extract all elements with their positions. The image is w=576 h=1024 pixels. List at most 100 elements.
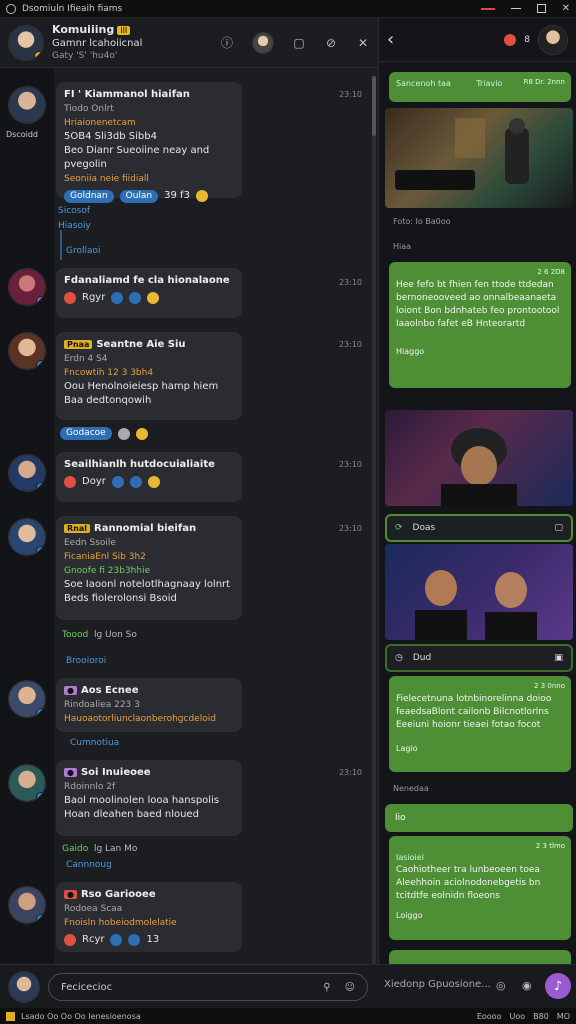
avatar[interactable] [8, 518, 46, 556]
avatar[interactable] [8, 454, 46, 492]
close-window-button[interactable]: ✕ [562, 3, 570, 14]
message-title: Rso Gariooee [80, 889, 156, 900]
message-card[interactable]: Fdanaliamd fe cla hionalaone Rgyr [56, 268, 242, 318]
message-feed: Dscoidd FI ' Kiammanol hiaifan Tiodo Onl… [0, 68, 378, 964]
emoji-icon[interactable] [195, 190, 208, 202]
avatar[interactable] [8, 764, 46, 802]
send-button[interactable]: ♪ [545, 973, 571, 999]
status-badge [34, 50, 43, 60]
status-item[interactable]: MO [557, 1012, 570, 1021]
channel-avatar[interactable] [8, 24, 44, 61]
thread-link[interactable]: Sicosof [58, 206, 90, 216]
status-item[interactable]: Uoo [509, 1012, 525, 1021]
emoji-icon[interactable] [135, 427, 148, 440]
message-card[interactable]: FI ' Kiammanol hiaifan Tiodo Onlrt Hriai… [56, 82, 242, 203]
message-card[interactable]: ● Rso Gariooee Rodoea Scaa Fnoisln hobeio… [56, 882, 242, 952]
emoji-icon[interactable] [64, 476, 76, 488]
message-line: Beo Dianr Sueoiine neay and pvegolin [64, 145, 210, 170]
user-avatar[interactable] [252, 31, 274, 54]
emoji-icon[interactable] [110, 934, 123, 946]
section-label: Hiaa [393, 242, 412, 251]
emoji-picker-icon[interactable]: ☺ [345, 982, 355, 993]
message-line: Gnoofe fi 23b3hhie [64, 566, 151, 576]
mic-icon[interactable]: ◉ [522, 979, 532, 992]
attachment-bar[interactable]: ⟳ Doas ▢ [385, 514, 573, 542]
close-icon[interactable]: ✕ [356, 36, 370, 50]
streamer-video[interactable] [385, 410, 573, 506]
message-line: Eedn Ssoile [64, 538, 116, 548]
emoji-icon[interactable] [128, 934, 141, 946]
message-line: Baa dedtonqowih [64, 395, 152, 406]
tag-pill[interactable]: Goldnan [64, 189, 114, 203]
emoji-icon[interactable] [117, 427, 130, 440]
chat-message[interactable] [389, 950, 571, 964]
emoji-icon[interactable] [64, 934, 76, 946]
emoji-icon[interactable] [147, 476, 160, 488]
emoji-icon[interactable] [129, 476, 142, 488]
compass-icon[interactable]: ⊘ [324, 36, 338, 50]
app-icon [6, 3, 16, 14]
post-tag: ● [64, 686, 77, 695]
emoji-icon[interactable] [147, 292, 160, 304]
message-body: Hee fefo bt fhien fen ttode ttdedan bern… [396, 280, 560, 329]
avatar[interactable] [8, 680, 46, 718]
emoji-icon[interactable] [64, 292, 76, 304]
chat-message[interactable]: 2 6 2D8 Hee fefo bt fhien fen ttode ttde… [389, 262, 571, 388]
message-card[interactable]: Seailhianlh hutdocuialiaite Doyr [56, 452, 242, 502]
post-tag: ● [64, 890, 77, 899]
avatar[interactable] [8, 268, 46, 306]
channel-panel: Komuiiing III Gamnr lcahoiicnal Gaty 'S' … [0, 18, 378, 964]
thread-link[interactable]: Brooioroi [66, 656, 106, 666]
scrollbar-thumb[interactable] [372, 76, 376, 136]
maximize-button[interactable] [536, 4, 546, 13]
emoji-icon[interactable] [129, 292, 142, 304]
notification-icon[interactable] [504, 33, 517, 46]
my-avatar[interactable] [8, 971, 40, 1003]
game-screenshot[interactable] [385, 108, 573, 208]
message-card[interactable]: Rnal Rannomial bieifan Eedn Ssoile Ficani… [56, 516, 242, 620]
tag-pill[interactable]: Godacoe [60, 427, 112, 440]
attachment-bar[interactable]: Iio [385, 804, 573, 832]
camera-icon[interactable]: ◎ [496, 979, 506, 992]
window-icon[interactable]: ▢ [292, 36, 306, 50]
avatar[interactable] [8, 886, 46, 924]
thread-link[interactable]: Hiasoiy [58, 221, 91, 231]
message-card[interactable]: ● Aos Ecnee Rindoaliea 223 3 Hauoaotorliu… [56, 678, 242, 732]
game-screenshot-art [395, 118, 529, 190]
message-line: Fnoisln hobeiodmolelatie [64, 918, 177, 928]
chat-message[interactable]: 2 3 tlmo Iasioiel Caohiotheer tra lunbeo… [389, 836, 571, 940]
emoji-icon[interactable] [111, 476, 124, 488]
chat-avatar[interactable] [538, 24, 568, 55]
message-title: Fdanaliamd fe cla hionalaone [64, 275, 230, 286]
status-item[interactable]: B80 [533, 1012, 549, 1021]
channel-tag: III [117, 25, 131, 35]
chat-message[interactable]: Sancenoh taa Triavio R8 Dr. 2nnn [389, 72, 571, 102]
info-icon[interactable]: ⓘ [220, 36, 234, 50]
attachment-bar[interactable]: ◷ Dud ▣ [385, 644, 573, 672]
message-head: Sancenoh taa [396, 79, 451, 88]
avatar[interactable] [8, 332, 46, 370]
message-line: Rdoinnlo 2f [64, 782, 116, 792]
chat-message[interactable]: 2 3 0nno Fielecetnuna lotnbinorelinna do… [389, 676, 571, 772]
minimize-button[interactable] [510, 8, 521, 9]
timestamp: 23:10 [338, 340, 362, 349]
back-arrow-icon[interactable]: ‹ [387, 29, 394, 50]
emoji-icon[interactable] [111, 292, 124, 304]
attach-icon[interactable]: ⚲ [323, 982, 330, 993]
message-line: 5OB4 Sli3db Sibb4 [64, 131, 157, 142]
thread-link[interactable]: Grollaoi [66, 246, 101, 256]
status-item[interactable]: Eoooo [477, 1012, 502, 1021]
thread-link[interactable]: Cannnoug [66, 860, 112, 870]
message-time: R8 Dr. 2nnn [523, 78, 565, 86]
timestamp: 23:10 [338, 460, 362, 469]
tag-pill[interactable]: Oulan [119, 189, 159, 203]
side-input[interactable]: Xiedonp Gpuosione... [384, 979, 491, 990]
message-card[interactable]: Pnaa Seantne Aie Siu Erdn 4 S4 Fncowtih 1… [56, 332, 242, 420]
thread-link[interactable]: Cumnotiua [70, 738, 119, 748]
scrollbar[interactable] [372, 76, 376, 964]
duo-video[interactable] [385, 544, 573, 640]
avatar[interactable] [8, 86, 46, 124]
message-input[interactable]: Fecicecioc ⚲ ☺ [48, 973, 368, 1001]
section-label: Nenedaa [393, 784, 429, 793]
message-card[interactable]: ● Soi Inuieoee Rdoinnlo 2f Baol moolinole… [56, 760, 242, 836]
